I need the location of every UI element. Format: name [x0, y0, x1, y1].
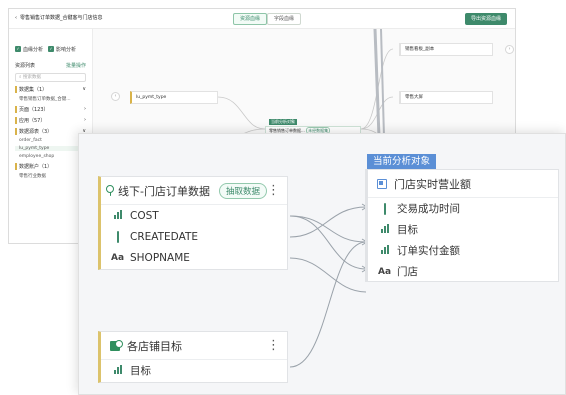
bg-search-input[interactable]: ⌕ 搜索数据	[15, 73, 86, 82]
more-menu-icon[interactable]: ⋮	[267, 338, 280, 353]
check-icon: ✓	[15, 46, 21, 52]
lineage-analysis-checkbox[interactable]: ✓ 血缘分析	[15, 46, 43, 53]
bg-node-right-1[interactable]: 零售大屏	[399, 91, 493, 104]
target-dataset-card[interactable]: 门店实时营业额 交易成功时间 目标 订单实付金额 Aa 门店	[365, 169, 559, 282]
sheet-icon	[110, 339, 123, 351]
measure-icon	[113, 209, 122, 219]
expand-circle-icon[interactable]: ‹	[111, 92, 120, 101]
bg-node-lu-pymt-type[interactable]: lu_pymt_type	[130, 91, 218, 104]
field-row[interactable]: 目标	[368, 219, 558, 240]
table-item[interactable]: employee_shop	[15, 154, 86, 159]
bg-toolbar: ‹ 零售销售订单数据_合键客与门店信息 资源血缘 字段血缘 导出资源血缘	[9, 9, 515, 29]
field-row[interactable]: COST	[101, 205, 287, 226]
sidebar-section-pages[interactable]: 页面（123） ›	[15, 106, 86, 113]
cube-icon	[377, 178, 387, 189]
field-row[interactable]: Aa SHOPNAME	[101, 247, 287, 268]
resource-list-header: 资源列表 批量操作	[15, 62, 86, 69]
measure-icon	[113, 364, 122, 374]
source-table-card[interactable]: 线下-门店订单数据 抽取数据 ⋮ COST CREATEDATE Aa SHOP…	[98, 176, 288, 270]
back-arrow-icon[interactable]: ‹	[15, 15, 17, 21]
export-lineage-button[interactable]: 导出资源血缘	[464, 13, 507, 25]
sidebar-section-tables[interactable]: 数据源表（3） ∨	[15, 128, 86, 135]
extract-data-badge: 抽取数据	[218, 182, 267, 199]
sheet-icon	[105, 184, 115, 196]
sidebar-section-apps[interactable]: 应用（57） ›	[15, 117, 86, 124]
table-item[interactable]: lu_pymt_type	[15, 146, 86, 151]
target-card-title: 门店实时营业额	[394, 177, 471, 191]
tab-resource-lineage[interactable]: 资源血缘	[233, 13, 268, 25]
account-item[interactable]: 零售行业数据	[15, 173, 86, 179]
sidebar-section-accounts[interactable]: 数据账户（1）	[15, 163, 86, 170]
dataset-item[interactable]: 零售销售订单数据_合键...	[15, 96, 86, 102]
tab-field-lineage[interactable]: 字段血缘	[267, 13, 302, 25]
zoomed-field-lineage-panel[interactable]: 线下-门店订单数据 抽取数据 ⋮ COST CREATEDATE Aa SHOP…	[78, 133, 566, 395]
impact-analysis-checkbox[interactable]: ✓ 影响分析	[48, 46, 76, 53]
check-icon: ✓	[48, 46, 55, 52]
text-icon: Aa	[378, 266, 392, 277]
field-row[interactable]: 订单实付金额	[368, 240, 558, 261]
target-card-header: 门店实时营业额	[368, 170, 558, 198]
bg-node-right-0[interactable]: 销售看板_副本	[399, 43, 493, 56]
current-analysis-tag: 当前分析对象	[367, 154, 437, 169]
goal-card-title: 各店铺目标	[127, 339, 182, 353]
goal-card-header: 各店铺目标 ⋮	[101, 332, 287, 360]
source-card-header: 线下-门店订单数据 抽取数据 ⋮	[101, 177, 287, 205]
field-row[interactable]: CREATEDATE	[101, 226, 287, 247]
table-item[interactable]: order_fact	[15, 138, 86, 143]
expand-circle-icon[interactable]: ›	[505, 45, 514, 54]
source-card-title: 线下-门店订单数据	[118, 184, 210, 198]
date-icon	[116, 230, 119, 243]
measure-icon	[380, 244, 389, 254]
bg-current-tag: 当前分析对象	[269, 119, 297, 125]
batch-operation-link[interactable]: 批量操作	[66, 62, 86, 69]
goal-table-card[interactable]: 各店铺目标 ⋮ 目标	[98, 331, 288, 383]
bg-page-title: ‹ 零售销售订单数据_合键客与门店信息	[15, 15, 103, 21]
field-row[interactable]: 交易成功时间	[368, 198, 558, 219]
field-row[interactable]: Aa 门店	[368, 261, 558, 282]
date-icon	[383, 202, 386, 215]
text-icon: Aa	[111, 252, 125, 263]
sidebar-section-datasets[interactable]: 数据集（1） ∨	[15, 86, 86, 93]
more-menu-icon[interactable]: ⋮	[267, 183, 280, 198]
field-row[interactable]: 目标	[101, 360, 287, 381]
measure-icon	[380, 223, 389, 233]
